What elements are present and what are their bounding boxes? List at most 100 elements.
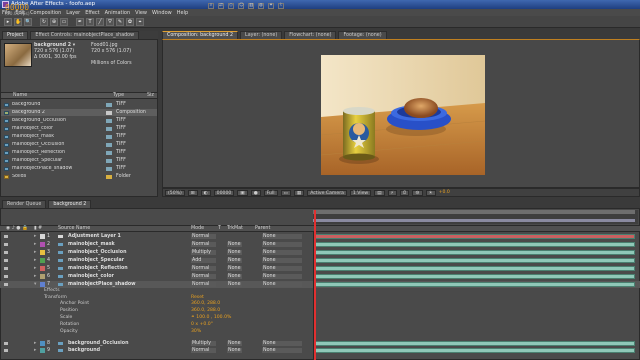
parent-dropdown[interactable]: None: [262, 250, 302, 255]
layer-row[interactable]: ▸ 1 Adjustment Layer 1 Normal None: [0, 233, 640, 240]
layer-row[interactable]: ▸ 5 mainobject_Reflection Normal None None: [0, 265, 640, 272]
col-t[interactable]: T: [218, 226, 221, 232]
flowchart-button[interactable]: ⚙: [412, 189, 423, 196]
draft-3d-icon[interactable]: ◇: [228, 3, 234, 9]
trkmat-dropdown[interactable]: None: [227, 274, 242, 279]
expand-triangle-icon[interactable]: ▸: [34, 249, 36, 256]
blend-mode-dropdown[interactable]: Multiply: [191, 250, 216, 255]
blend-mode-dropdown[interactable]: Normal: [191, 348, 216, 353]
parent-dropdown[interactable]: None: [262, 348, 302, 353]
current-time-field[interactable]: 00000: [213, 189, 235, 196]
label-color-swatch[interactable]: [106, 174, 112, 179]
magnification-dropdown[interactable]: (50%): [165, 189, 185, 196]
expand-triangle-icon[interactable]: ▸: [34, 257, 36, 264]
property-value[interactable]: 0 x +0.0°: [191, 321, 213, 328]
tab-effect-controls[interactable]: Effect Controls: mainobjectPlace_shadow: [30, 31, 140, 39]
trkmat-dropdown[interactable]: [227, 234, 242, 239]
puppet-tool-icon[interactable]: ✿: [126, 17, 134, 26]
parent-dropdown[interactable]: None: [262, 282, 302, 287]
current-time-indicator[interactable]: [314, 210, 316, 360]
visibility-eye-icon[interactable]: [4, 342, 8, 345]
menu-item-layer[interactable]: Layer: [66, 10, 80, 16]
composition-viewer[interactable]: [162, 39, 640, 188]
col-name[interactable]: Name: [1, 93, 113, 98]
brainstorm-icon[interactable]: ✦: [268, 3, 274, 9]
label-color-swatch[interactable]: [106, 150, 112, 155]
tab-layer[interactable]: Layer: (none): [240, 31, 283, 39]
trkmat-dropdown[interactable]: None: [227, 348, 242, 353]
project-item[interactable]: mainobjectPlace_shadow TIFF: [1, 165, 157, 172]
visibility-eye-icon[interactable]: [4, 267, 8, 270]
label-color-swatch[interactable]: [106, 166, 112, 171]
toggle-pixel-aspect-button[interactable]: ▤: [374, 189, 385, 196]
property-value[interactable]: 30%: [191, 328, 201, 335]
timecode-display[interactable]: 00000: [5, 3, 29, 12]
visibility-eye-icon[interactable]: [4, 349, 8, 352]
layer-row[interactable]: ▸ 2 mainobject_mask Normal None None: [0, 241, 640, 248]
expand-triangle-icon[interactable]: ▸: [34, 347, 36, 354]
blend-mode-dropdown[interactable]: Normal: [191, 274, 216, 279]
active-camera-dropdown[interactable]: Active Camera: [307, 189, 347, 196]
exposure-icon[interactable]: ☀: [425, 189, 436, 196]
timeline-button[interactable]: ⏱: [399, 189, 410, 196]
project-item[interactable]: mainobject_Specular TIFF: [1, 157, 157, 164]
hand-tool-icon[interactable]: ✋: [14, 17, 22, 26]
safe-zones-button[interactable]: ⊞: [187, 189, 198, 196]
graph-editor-icon[interactable]: ⌇: [278, 3, 284, 9]
tab-timeline-comp[interactable]: background 2: [48, 200, 92, 208]
project-item[interactable]: background_Occlusion TIFF: [1, 117, 157, 124]
layer-row[interactable]: ▸ 9 background Normal None None: [0, 347, 640, 354]
expand-triangle-icon[interactable]: ▾: [34, 281, 36, 288]
project-item[interactable]: mainobject_Reflection TIFF: [1, 149, 157, 156]
expand-triangle-icon[interactable]: ▸: [34, 265, 36, 272]
expand-triangle-icon[interactable]: ▸: [34, 241, 36, 248]
col-size[interactable]: Siz: [147, 93, 154, 98]
layer-duration-bar[interactable]: [315, 282, 635, 287]
project-item[interactable]: Solids Folder: [1, 173, 157, 180]
trkmat-dropdown[interactable]: None: [227, 250, 242, 255]
blend-mode-dropdown[interactable]: Add: [191, 258, 216, 263]
parent-dropdown[interactable]: None: [262, 234, 302, 239]
parent-dropdown[interactable]: None: [262, 341, 302, 346]
time-navigator[interactable]: [313, 210, 635, 214]
camera-icon[interactable]: ▣: [237, 189, 248, 196]
visibility-eye-icon[interactable]: [4, 251, 8, 254]
view-layout-dropdown[interactable]: 1 View: [349, 189, 372, 196]
layer-label-color[interactable]: [40, 242, 45, 247]
hide-shy-icon[interactable]: ☺: [238, 3, 244, 9]
resolution-dropdown[interactable]: Full: [263, 189, 278, 196]
visibility-eye-icon[interactable]: [4, 235, 8, 238]
layer-duration-bar[interactable]: [315, 266, 635, 271]
layer-row[interactable]: ▾ 7 mainobjectPlace_shadow Normal None None: [0, 281, 640, 288]
eraser-tool-icon[interactable]: ✎: [116, 17, 124, 26]
menu-item-composition[interactable]: Composition: [30, 10, 61, 16]
search-icon[interactable]: ⌕: [208, 3, 214, 9]
layer-duration-bar[interactable]: [315, 341, 635, 346]
layer-name[interactable]: Adjustment Layer 1: [68, 233, 121, 240]
visibility-eye-icon[interactable]: [4, 259, 8, 262]
property-value[interactable]: 360.0, 288.0: [191, 300, 220, 307]
layer-label-color[interactable]: [40, 348, 45, 353]
label-color-swatch[interactable]: [106, 126, 112, 131]
layer-label-color[interactable]: [40, 234, 45, 239]
composition-render[interactable]: [321, 55, 485, 175]
visibility-eye-icon[interactable]: [4, 275, 8, 278]
expand-triangle-icon[interactable]: ▸: [34, 340, 36, 347]
layer-name[interactable]: mainobject_Reflection: [68, 265, 128, 272]
layer-row[interactable]: ▸ 3 mainobject_Occlusion Multiply None None: [0, 249, 640, 256]
zoom-tool-icon[interactable]: 🔍: [24, 17, 32, 26]
pan-behind-tool-icon[interactable]: ⊕: [50, 17, 58, 26]
rotation-tool-icon[interactable]: ↻: [40, 17, 48, 26]
project-item[interactable]: mainobject_Occlusion TIFF: [1, 141, 157, 148]
clone-stamp-tool-icon[interactable]: ⛛: [106, 17, 114, 26]
expand-triangle-icon[interactable]: ▸: [34, 273, 36, 280]
trkmat-dropdown[interactable]: None: [227, 266, 242, 271]
exposure-value[interactable]: +0.0: [439, 190, 450, 195]
layer-label-color[interactable]: [40, 266, 45, 271]
trkmat-dropdown[interactable]: None: [227, 242, 242, 247]
label-color-swatch[interactable]: [106, 110, 112, 115]
layer-label-color[interactable]: [40, 341, 45, 346]
col-mode[interactable]: Mode: [191, 226, 204, 232]
layer-name[interactable]: mainobjectPlace_shadow: [68, 281, 136, 288]
text-tool-icon[interactable]: T: [86, 17, 94, 26]
